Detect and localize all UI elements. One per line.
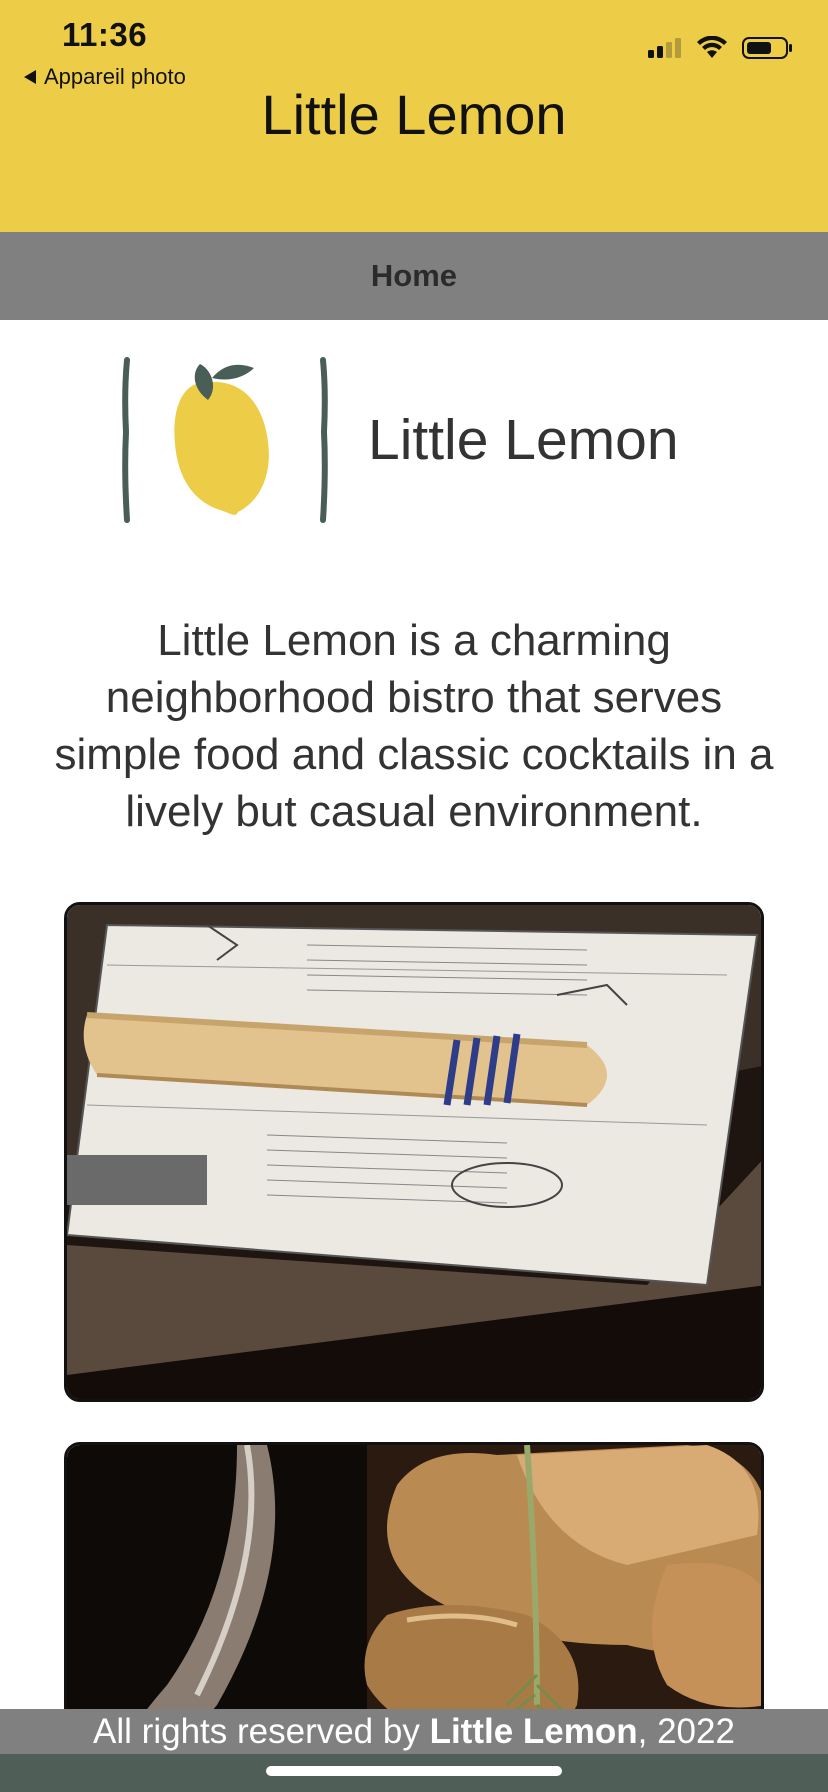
footer-prefix: All rights reserved by	[93, 1712, 430, 1751]
footer-brand: Little Lemon	[429, 1712, 638, 1751]
signal-icon	[648, 38, 681, 58]
lemon-logo-icon	[122, 357, 328, 523]
wifi-icon	[697, 36, 727, 58]
footer: All rights reserved by Little Lemon, 202…	[0, 1709, 828, 1754]
app-header: 11:36 Appareil photo Little Lemon	[0, 0, 828, 232]
app-title: Little Lemon	[261, 83, 567, 146]
restaurant-description: Little Lemon is a charming neighborhood …	[54, 616, 774, 836]
status-icons	[646, 36, 794, 60]
logo-row: Little Lemon	[120, 352, 679, 528]
status-time: 11:36	[62, 16, 148, 53]
nav-home-link[interactable]: Home	[371, 258, 457, 294]
home-indicator[interactable]	[266, 1766, 562, 1776]
nav-bar: Home	[0, 232, 828, 320]
battery-icon	[742, 37, 792, 59]
footer-suffix: , 2022	[637, 1712, 735, 1751]
brand-name: Little Lemon	[368, 408, 679, 472]
table-setting-photo	[64, 902, 764, 1402]
